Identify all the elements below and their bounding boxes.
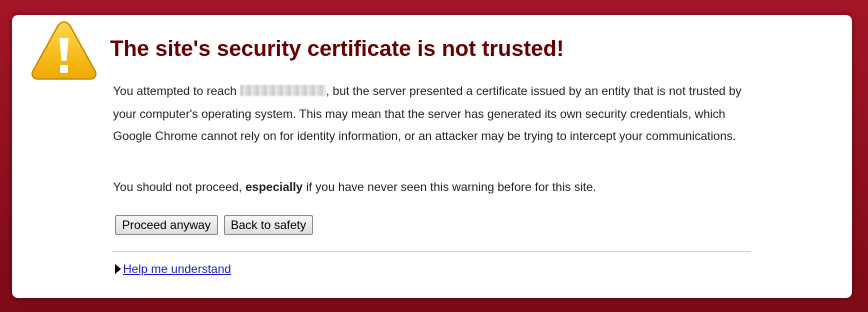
recommendation-text-start: You should not proceed, (113, 180, 242, 194)
redacted-host-address (240, 85, 326, 96)
help-me-understand-link[interactable]: Help me understand (123, 262, 231, 276)
explanation-text-start: You attempted to reach (113, 84, 237, 98)
proceed-anyway-button[interactable]: Proceed anyway (115, 215, 218, 235)
recommendation-emphasis: especially (245, 180, 303, 194)
divider (112, 251, 751, 252)
page-title: The site's security certificate is not t… (110, 36, 564, 61)
explanation-paragraph: You attempted to reach , but the server … (113, 80, 763, 148)
triangle-right-icon[interactable] (115, 264, 121, 274)
recommendation-paragraph: You should not proceed, especially if yo… (113, 176, 596, 198)
action-buttons: Proceed anyway Back to safety (115, 215, 319, 235)
back-to-safety-button[interactable]: Back to safety (223, 215, 314, 235)
interstitial-panel: The site's security certificate is not t… (12, 15, 852, 298)
recommendation-text-end: if you have never seen this warning befo… (306, 180, 597, 194)
help-section: Help me understand (115, 261, 231, 277)
warning-triangle-icon (31, 21, 97, 80)
